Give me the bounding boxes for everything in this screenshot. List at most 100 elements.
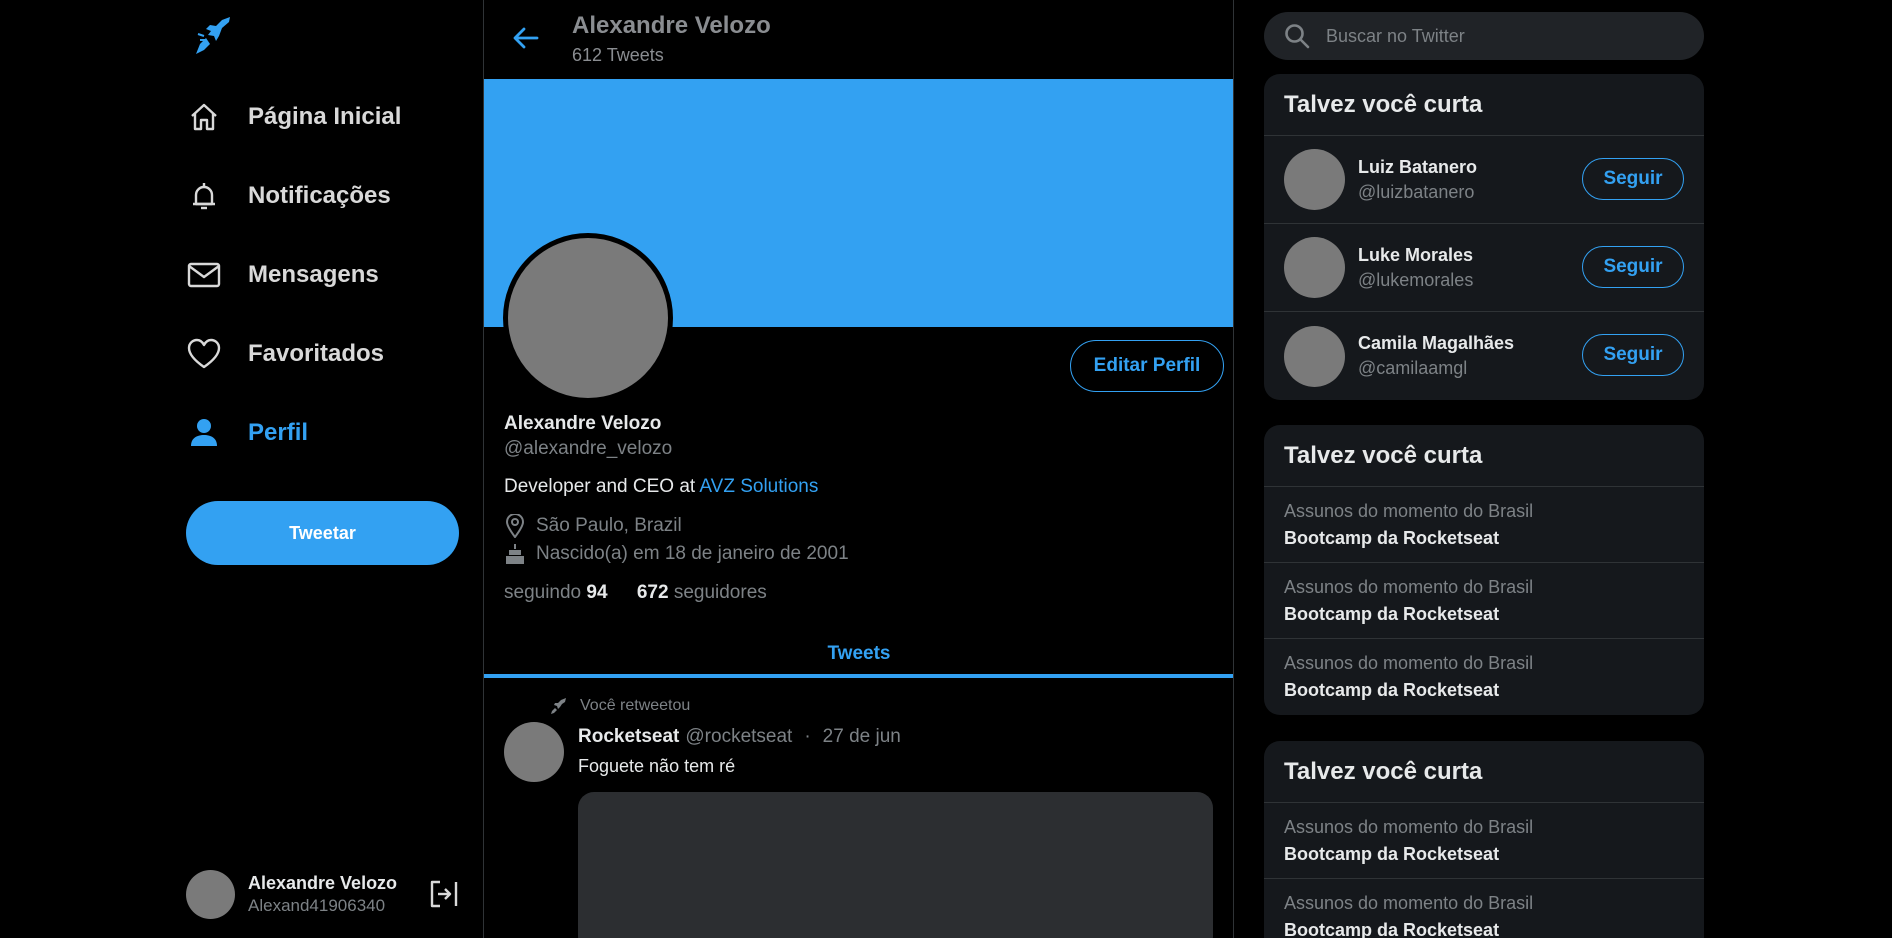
account-handle: Alexand41906340	[248, 895, 386, 915]
left-sidebar: Página Inicial Notificações Mensagens Fa…	[0, 0, 484, 938]
profile-column: Alexandre Velozo 612 Tweets Editar Perfi…	[484, 0, 1234, 938]
avatar	[1284, 325, 1345, 387]
edit-profile-button[interactable]: Editar Perfil	[1070, 340, 1224, 392]
birthdate-text: Nascido(a) em 18 de janeiro de 2001	[536, 543, 849, 564]
search-input[interactable]	[1326, 25, 1686, 47]
avatar	[1284, 149, 1345, 210]
tab-underline	[484, 674, 1233, 678]
suggested-user-name: Luke Morales	[1358, 244, 1474, 265]
trend-category: Assunos do momento do Brasil	[1284, 501, 1534, 521]
cake-icon	[504, 542, 526, 566]
suggested-user-name: Luiz Batanero	[1358, 156, 1478, 177]
profile-bio: Developer and CEO at AVZ Solutions	[504, 476, 818, 498]
retweet-indicator: Você retweetou	[550, 697, 690, 715]
profile-name: Alexandre Velozo	[504, 413, 662, 434]
profile-birthdate: Nascido(a) em 18 de janeiro de 2001	[504, 542, 849, 566]
following-count: 94	[586, 582, 608, 603]
nav-notifications[interactable]: Notificações	[186, 170, 391, 222]
suggested-user-handle: @camilaamgl	[1358, 358, 1468, 378]
profile-header: Alexandre Velozo 612 Tweets	[484, 0, 1233, 78]
heart-icon	[186, 336, 222, 372]
tweet-separator: ·	[804, 726, 811, 747]
trend-item[interactable]: Assunos do momento do Brasil Bootcamp da…	[1264, 639, 1704, 715]
tweet-text: Foguete não tem ré	[578, 756, 736, 776]
suggested-user-handle: @luizbatanero	[1358, 181, 1475, 202]
mail-icon	[186, 257, 222, 293]
trend-item[interactable]: Assunos do momento do Brasil Bootcamp da…	[1264, 879, 1704, 938]
following-stat[interactable]: seguindo 94	[504, 582, 608, 603]
following-label: seguindo	[504, 582, 582, 603]
bell-icon	[186, 178, 222, 214]
home-icon	[186, 99, 222, 135]
account-switcher[interactable]: Alexandre Velozo Alexand41906340	[186, 868, 460, 920]
trend-item[interactable]: Assunos do momento do Brasil Bootcamp da…	[1264, 487, 1704, 563]
suggested-user-name: Camila Magalhães	[1358, 333, 1515, 353]
follow-stats: seguindo 94 672 seguidores	[504, 582, 767, 604]
trend-category: Assunos do momento do Brasil	[1284, 653, 1534, 673]
card-title: Talvez você curta	[1264, 741, 1704, 803]
trend-category: Assunos do momento do Brasil	[1284, 577, 1534, 597]
tweet-button[interactable]: Tweetar	[186, 501, 459, 565]
followers-label: seguidores	[673, 582, 767, 603]
trend-name: Bootcamp da Rocketseat	[1284, 844, 1500, 864]
nav-home-label: Página Inicial	[248, 103, 402, 130]
nav-home[interactable]: Página Inicial	[186, 91, 401, 143]
logout-icon[interactable]	[428, 878, 460, 910]
nav-favorites-label: Favoritados	[248, 340, 385, 367]
tab-tweets[interactable]: Tweets	[484, 630, 1233, 678]
retweet-label: Você retweetou	[580, 697, 691, 714]
card-title: Talvez você curta	[1264, 74, 1704, 136]
nav-profile-label: Perfil	[248, 419, 309, 446]
trend-name: Bootcamp da Rocketseat	[1284, 680, 1500, 700]
tweet-author-name[interactable]: Rocketseat	[578, 726, 679, 748]
follow-button[interactable]: Seguir	[1582, 158, 1684, 200]
search-bar	[1264, 12, 1704, 60]
trends-card: Talvez você curta Assunos do momento do …	[1264, 741, 1704, 938]
tweet-count: 612 Tweets	[572, 45, 664, 65]
who-to-follow-card: Talvez você curta Luiz Batanero @luizbat…	[1264, 74, 1704, 400]
search-icon	[1284, 23, 1310, 49]
right-sidebar: Talvez você curta Luiz Batanero @luizbat…	[1264, 0, 1704, 938]
trend-name: Bootcamp da Rocketseat	[1284, 528, 1500, 548]
trend-category: Assunos do momento do Brasil	[1284, 893, 1534, 913]
tweet-avatar[interactable]	[504, 722, 564, 782]
nav-messages[interactable]: Mensagens	[186, 249, 379, 301]
bio-link[interactable]: AVZ Solutions	[699, 476, 818, 497]
tweet-author-handle: @rocketseat	[685, 726, 793, 747]
tweet-media[interactable]	[578, 792, 1213, 938]
card-title: Talvez você curta	[1264, 425, 1704, 487]
suggested-user[interactable]: Camila Magalhães @camilaamgl Seguir	[1264, 312, 1704, 400]
trend-name: Bootcamp da Rocketseat	[1284, 920, 1500, 938]
followers-count: 672	[636, 582, 669, 603]
avatar	[186, 869, 235, 919]
suggested-user[interactable]: Luke Morales @lukemorales Seguir	[1264, 224, 1704, 312]
account-name: Alexandre Velozo	[248, 872, 398, 893]
nav-messages-label: Mensagens	[248, 261, 379, 288]
person-icon	[186, 415, 222, 451]
suggested-user-handle: @lukemorales	[1358, 269, 1474, 290]
profile-handle: @alexandre_velozo	[504, 438, 673, 459]
tweet-date[interactable]: 27 de jun	[823, 726, 901, 748]
trend-item[interactable]: Assunos do momento do Brasil Bootcamp da…	[1264, 563, 1704, 639]
profile-location: São Paulo, Brazil	[504, 514, 682, 538]
nav-notifications-label: Notificações	[248, 182, 391, 209]
follow-button[interactable]: Seguir	[1582, 334, 1684, 376]
suggested-user[interactable]: Luiz Batanero @luizbatanero Seguir	[1264, 136, 1704, 224]
page-title: Alexandre Velozo	[572, 12, 771, 39]
back-arrow-icon[interactable]	[510, 22, 542, 54]
avatar	[1284, 237, 1345, 298]
rocket-small-icon	[550, 697, 568, 715]
profile-avatar[interactable]	[503, 233, 673, 403]
rocket-bird-icon[interactable]	[192, 14, 236, 58]
trends-card: Talvez você curta Assunos do momento do …	[1264, 425, 1704, 715]
trend-item[interactable]: Assunos do momento do Brasil Bootcamp da…	[1264, 803, 1704, 879]
followers-stat[interactable]: 672 seguidores	[637, 582, 767, 603]
bio-text: Developer and CEO at	[504, 476, 700, 497]
nav-favorites[interactable]: Favoritados	[186, 328, 384, 380]
location-text: São Paulo, Brazil	[536, 515, 682, 536]
nav-profile[interactable]: Perfil	[186, 407, 308, 459]
follow-button[interactable]: Seguir	[1582, 246, 1684, 288]
trend-category: Assunos do momento do Brasil	[1284, 817, 1534, 837]
trend-name: Bootcamp da Rocketseat	[1284, 604, 1500, 624]
tweet-header: Rocketseat @rocketseat · 27 de jun	[578, 726, 901, 748]
